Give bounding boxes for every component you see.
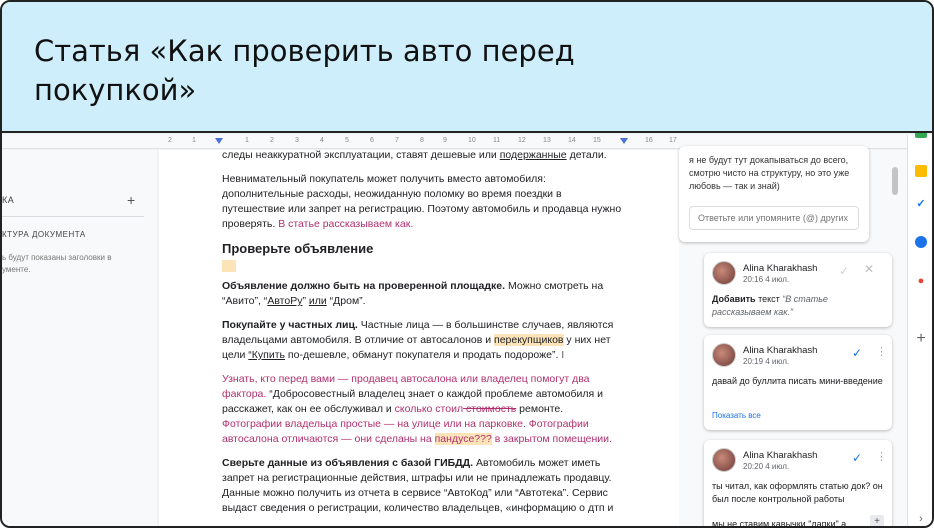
more-vert-icon[interactable]: ⋮ [876,450,887,463]
ruler-number: 4 [320,137,324,144]
ruler-number: 10 [468,137,476,144]
paragraph: Узнать, кто перед вами — продавец автоса… [222,372,622,447]
comment-card[interactable]: Alina Kharakhash 20:16 4 июл. ✓ ✕ Добави… [704,253,892,327]
underlined-word: “Купить [248,349,285,361]
underlined-word: или [308,295,327,307]
deleted-text[interactable]: стоимость [463,403,516,415]
ruler-number: 8 [420,137,424,144]
comment-card[interactable]: Alina Kharakhash 20:20 4 июл. ✓ ⋮ ты чит… [704,440,892,528]
title-banner: Статья «Как проверить авто перед покупко… [2,2,932,133]
highlighted-word[interactable]: перекупщиков [494,334,564,346]
reply-input[interactable] [689,206,859,230]
text-run: по-дешевле, обманут покупателя и продать… [285,349,559,361]
ruler-number: 12 [518,137,526,144]
close-icon[interactable]: ✕ [864,262,874,276]
summary-heading: КА [2,195,15,205]
show-all-link[interactable]: Показать все [712,411,761,420]
scrollbar-thumb[interactable] [892,167,898,195]
suggested-text[interactable]: в закрытом помещении. [492,433,612,445]
highlighted-word[interactable]: пандусе??? [434,433,492,445]
comment-time: 20:20 4 июл. [743,462,790,471]
ruler-number: 9 [443,137,447,144]
ruler-number: 15 [593,137,601,144]
underlined-word: подержанные [499,150,567,161]
ruler-number: 2 [168,137,172,144]
ruler-number: 16 [645,137,653,144]
comment-time: 20:19 4 июл. [743,357,790,366]
text-run: “Дром”. [326,295,366,307]
ruler-number: 3 [295,137,299,144]
divider [2,216,144,217]
ruler-number: 6 [370,137,374,144]
keep-icon[interactable] [915,165,927,177]
comment-body: ты читал, как оформлять статью док? он б… [712,481,883,504]
more-vert-icon[interactable]: ⋮ [876,345,887,358]
comment-text: я не будут тут докапываться до всего, см… [689,155,850,191]
suggested-text[interactable]: В статье рассказываем как. [278,218,413,230]
text-run: текст [755,294,783,304]
ruler-number: 1 [192,137,196,144]
paragraph: Объявление должно быть на проверенной пл… [222,279,622,309]
banner-title: Статья «Как проверить авто перед покупко… [34,34,575,107]
document-body[interactable]: следы неаккуратной эксплуатации, ставят … [222,150,622,525]
bold-lead: Сверьте данные из объявления с базой ГИБ… [222,457,474,469]
text-cursor-icon: I [561,350,565,361]
comment-body: давай до буллита писать мини-введение [712,376,883,386]
comment-body: Добавить текст “В статье рассказываем ка… [712,293,884,319]
outline-heading: КТУРА ДОКУМЕНТА [2,230,86,239]
text-run: детали. [566,150,607,161]
ruler-number: 17 [669,137,677,144]
ruler-number: 11 [493,137,501,144]
app-frame: Статья «Как проверить авто перед покупко… [0,0,934,528]
check-icon[interactable]: ✓ [852,346,862,360]
chevron-right-icon[interactable]: › [915,513,927,525]
comment-thread-active[interactable]: я не будут тут докапываться до всего, см… [679,146,869,242]
text-run: следы неаккуратной эксплуатации, ставят … [222,150,500,161]
ruler-number: 14 [568,137,576,144]
avatar [712,261,736,285]
ruler-number: 7 [395,137,399,144]
paragraph: Сверьте данные из объявления с базой ГИБ… [222,456,622,516]
check-icon[interactable]: ✓ [839,264,849,278]
comment-author: Alina Kharakhash [743,450,818,461]
ruler-number: 2 [270,137,274,144]
comment-body: мы не ставим кавычки "лапки" а [712,519,847,528]
avatar [712,448,736,472]
ruler-number: 13 [543,137,551,144]
contacts-icon[interactable] [915,236,927,248]
avatar [712,343,736,367]
paragraph: Покупайте у частных лиц. Частные лица — … [222,318,622,363]
check-icon[interactable]: ✓ [852,451,862,465]
right-indent-marker[interactable] [620,138,628,144]
comment-anchor-highlight[interactable] [222,260,236,273]
comment-card[interactable]: Alina Kharakhash 20:19 4 июл. ✓ ⋮ давай … [704,335,892,430]
suggested-text[interactable]: сколько стоил [395,403,463,415]
suggestion-action: Добавить [712,294,756,304]
explore-button[interactable]: + [870,515,884,526]
add-icon[interactable]: + [915,331,927,347]
ruler-number: 5 [345,137,349,144]
maps-icon[interactable]: ● [915,275,927,287]
side-apps-bar: ✓ ● + › [907,132,932,526]
paragraph: Невнимательный покупатель может получить… [222,172,622,232]
bold-lead: Объявление должно быть на проверенной пл… [222,280,506,292]
comments-panel: я не будут тут докапываться до всего, см… [679,146,907,528]
paragraph: следы неаккуратной эксплуатации, ставят … [222,150,622,163]
left-indent-marker[interactable] [215,138,223,144]
ruler-number: 1 [245,137,249,144]
document-page[interactable]: следы неаккуратной эксплуатации, ставят … [159,150,679,526]
outline-hint: ь будут показаны заголовки в ументе. [2,253,112,274]
add-summary-button[interactable]: + [127,192,135,208]
comment-time: 20:16 4 июл. [743,275,790,284]
tasks-icon[interactable]: ✓ [915,198,927,210]
underlined-word: АвтоРу [267,295,303,307]
section-heading: Проверьте объявление [222,241,374,256]
comment-author: Alina Kharakhash [743,263,818,274]
document-outline-panel: КА + КТУРА ДОКУМЕНТА ь будут показаны за… [2,150,157,526]
comment-author: Alina Kharakhash [743,345,818,356]
text-run: ремонте. [516,403,564,415]
bold-lead: Покупайте у частных лиц. [222,319,358,331]
